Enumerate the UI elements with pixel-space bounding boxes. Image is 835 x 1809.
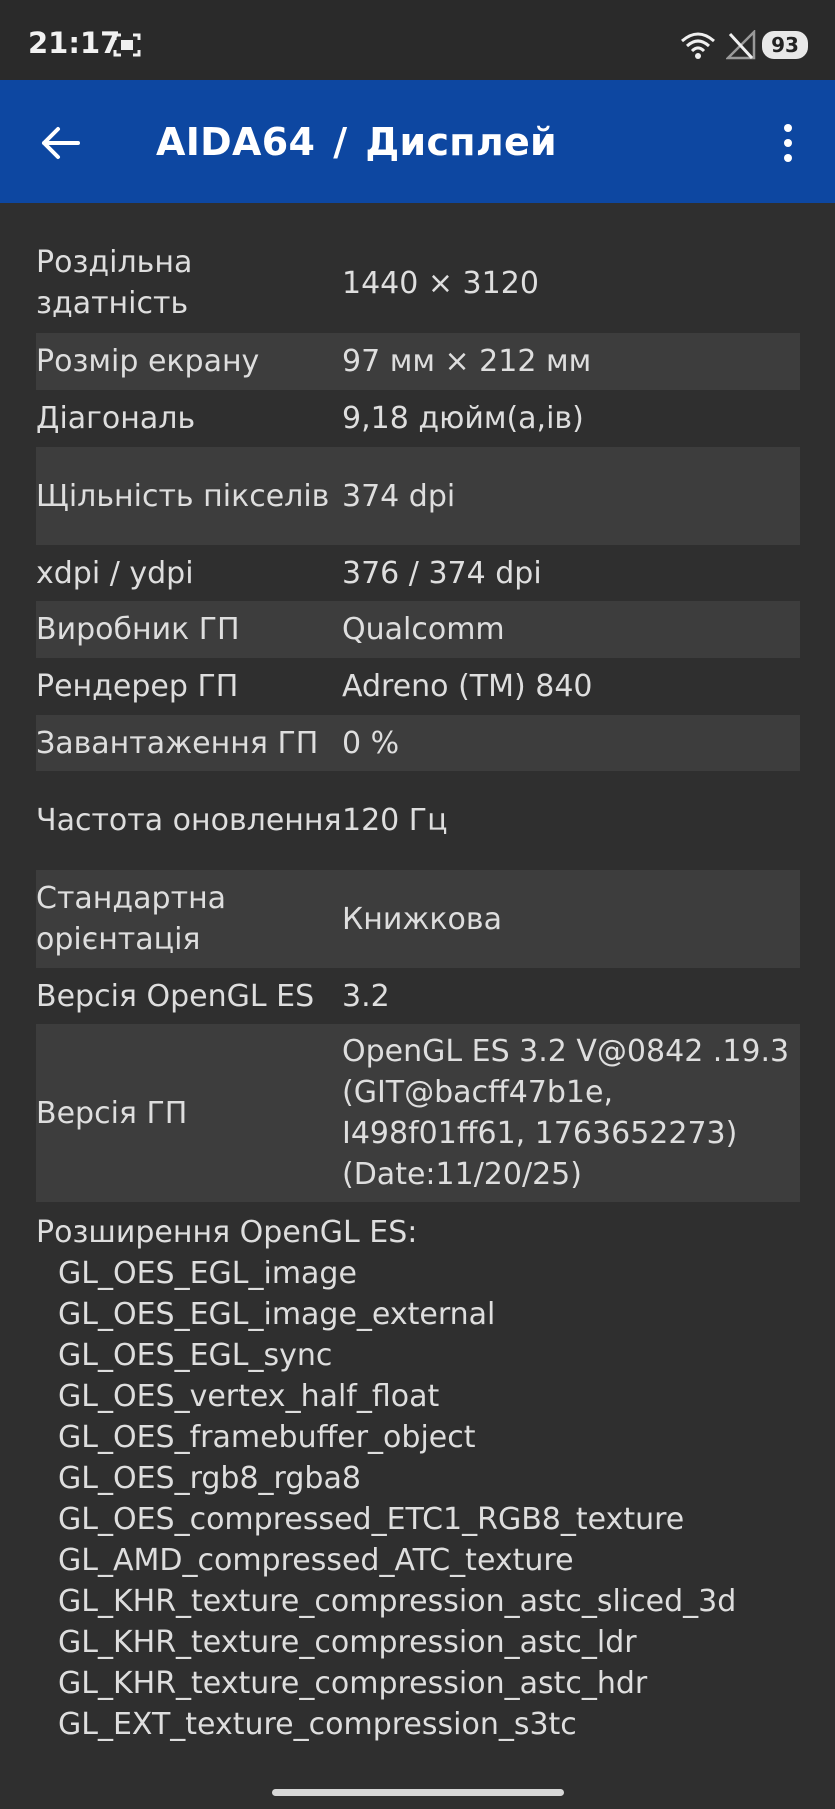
info-value: 1440 × 3120 — [342, 265, 539, 301]
status-bar: 21:17 93 — [0, 0, 835, 80]
info-value: 0 % — [342, 725, 400, 761]
info-row-screen-size: Розмір екрану 97 мм × 212 мм — [36, 333, 800, 390]
extension-item: GL_OES_EGL_sync — [58, 1338, 333, 1373]
info-row-resolution: Роздільна здатність 1440 × 3120 — [36, 233, 800, 333]
extension-item: GL_OES_framebuffer_object — [58, 1420, 476, 1455]
screen-capture-icon — [113, 33, 141, 57]
info-value: OpenGL ES 3.2 V@0842 .19.3 (GIT@bacff47b… — [342, 1034, 790, 1192]
extension-item: GL_OES_rgb8_rgba8 — [58, 1461, 361, 1496]
extensions-header: Розширення OpenGL ES: — [36, 1215, 418, 1250]
page-title: AIDA64 / Дисплей — [156, 120, 557, 164]
app-name: AIDA64 — [156, 120, 316, 164]
info-row-pixel-density: Щільність пікселів 374 dpi — [36, 447, 800, 545]
info-key: Частота оновлення — [36, 803, 342, 838]
extension-item: GL_OES_EGL_image_external — [58, 1297, 496, 1332]
display-info-list: Роздільна здатність 1440 × 3120 Розмір е… — [36, 233, 800, 1745]
info-value: 374 dpi — [342, 478, 456, 514]
info-row-refresh-rate: Частота оновлення 120 Гц — [36, 771, 800, 870]
info-row-opengl-version: Версія OpenGL ES 3.2 — [36, 968, 800, 1024]
extension-item: GL_OES_vertex_half_float — [58, 1379, 440, 1414]
info-key: xdpi / ydpi — [36, 555, 194, 591]
info-value: 120 Гц — [342, 803, 448, 838]
info-value: Qualcomm — [342, 612, 505, 647]
info-value: 3.2 — [342, 978, 390, 1014]
info-value: 9,18 дюйм(а,ів) — [342, 401, 584, 436]
info-key: Версія ГП — [36, 1095, 188, 1131]
app-bar: AIDA64 / Дисплей — [0, 80, 835, 203]
gesture-navigation-bar[interactable] — [272, 1789, 564, 1796]
info-key: Виробник ГП — [36, 612, 240, 647]
info-row-gpu-version: Версія ГП OpenGL ES 3.2 V@0842 .19.3 (GI… — [36, 1024, 800, 1202]
extension-item: GL_KHR_texture_compression_astc_ldr — [58, 1625, 637, 1660]
info-key: Рендерер ГП — [36, 669, 239, 704]
info-row-xdpi-ydpi: xdpi / ydpi 376 / 374 dpi — [36, 545, 800, 601]
info-key: Роздільна здатність — [36, 245, 193, 321]
wifi-icon — [681, 32, 715, 59]
extension-item: GL_OES_compressed_ETC1_RGB8_texture — [58, 1502, 685, 1537]
info-key: Розмір екрану — [36, 344, 260, 379]
info-key: Щільність пікселів — [36, 478, 330, 514]
extensions-list: GL_OES_EGL_image GL_OES_EGL_image_extern… — [36, 1253, 800, 1745]
info-row-gpu-renderer: Рендерер ГП Adreno (TM) 840 — [36, 658, 800, 715]
info-value: 97 мм × 212 мм — [342, 344, 592, 379]
info-row-gpu-vendor: Виробник ГП Qualcomm — [36, 601, 800, 658]
info-key: Діагональ — [36, 401, 196, 436]
info-row-gpu-load: Завантаження ГП 0 % — [36, 715, 800, 771]
info-key: Стандартна орієнтація — [36, 881, 227, 957]
extension-item: GL_KHR_texture_compression_astc_sliced_3… — [58, 1584, 737, 1619]
info-value: Adreno (TM) 840 — [342, 669, 593, 704]
page-name: Дисплей — [365, 120, 557, 164]
info-value: 376 / 374 dpi — [342, 555, 542, 591]
more-options-icon[interactable] — [768, 120, 804, 166]
extension-item: GL_OES_EGL_image — [58, 1256, 357, 1291]
back-arrow-icon[interactable] — [38, 121, 82, 165]
info-row-diagonal: Діагональ 9,18 дюйм(а,ів) — [36, 390, 800, 447]
status-time: 21:17 — [28, 26, 121, 60]
info-key: Версія OpenGL ES — [36, 978, 315, 1014]
extension-item: GL_KHR_texture_compression_astc_hdr — [58, 1666, 648, 1701]
info-row-orientation: Стандартна орієнтація Книжкова — [36, 870, 800, 968]
info-value: Книжкова — [342, 901, 502, 937]
no-signal-icon — [726, 30, 756, 60]
extension-item: GL_AMD_compressed_ATC_texture — [58, 1543, 574, 1578]
extension-item: GL_EXT_texture_compression_s3tc — [58, 1707, 577, 1742]
battery-indicator: 93 — [762, 31, 808, 59]
title-separator: / — [333, 120, 348, 164]
info-key: Завантаження ГП — [36, 725, 319, 761]
